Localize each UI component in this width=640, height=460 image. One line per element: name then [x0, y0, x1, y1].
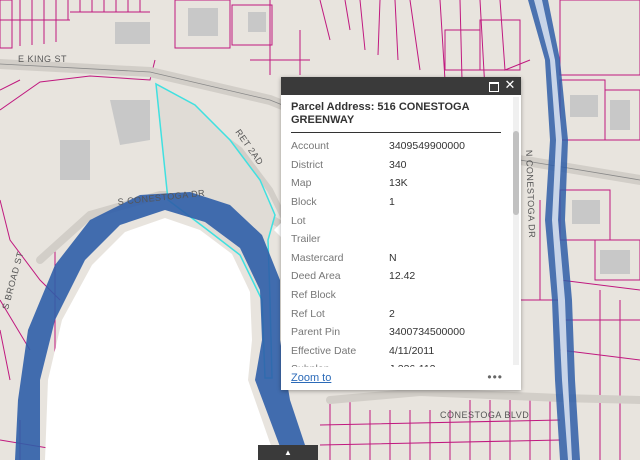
attribute-label: Map — [291, 177, 312, 190]
attribute-row: SubplanJ-236-112 — [291, 360, 465, 367]
attribute-row: Deed Area 12.42 — [291, 267, 465, 286]
attribute-label: Trailer — [291, 233, 321, 246]
popup-scrollbar[interactable] — [513, 97, 519, 365]
attribute-row: Map 13K — [291, 174, 465, 193]
popup-header: ✕ — [281, 77, 521, 95]
attribute-value — [389, 286, 465, 305]
zoom-to-link[interactable]: Zoom to — [291, 372, 331, 384]
attribute-row: Effective Date 4/11/2011 — [291, 342, 465, 361]
attribute-row: Block 1 — [291, 193, 465, 212]
attribute-value: 3400734500000 — [389, 326, 465, 339]
road-label-e-king-st: E KING ST — [18, 54, 67, 64]
attribute-value: 13K — [389, 177, 408, 190]
attribute-label: Subplan — [291, 360, 389, 367]
attribute-panel-toggle[interactable]: ▲ — [258, 445, 318, 460]
attribute-row: District 340 — [291, 156, 465, 175]
popup-title: Parcel Address: 516 CONESTOGA GREENWAY — [291, 101, 501, 133]
attribute-value: 2 — [389, 307, 395, 320]
attribute-row: Ref Lot 2 — [291, 304, 465, 323]
attribute-value: 1 — [389, 196, 395, 209]
scroll-thumb[interactable] — [513, 131, 519, 215]
popup-footer: Zoom to ••• — [281, 370, 521, 390]
attribute-label: Deed Area — [291, 270, 341, 283]
attribute-label: Block — [291, 196, 317, 209]
attribute-row: Trailer — [291, 230, 465, 249]
attribute-value — [389, 230, 465, 249]
attribute-value: J-236-112 — [389, 360, 465, 367]
attribute-label: Mastercard — [291, 251, 344, 264]
attribute-row: Parent Pin 3400734500000 — [291, 323, 465, 342]
attribute-label: Parent Pin — [291, 326, 341, 339]
popup-body: Parcel Address: 516 CONESTOGA GREENWAY A… — [281, 95, 513, 367]
popup-pointer — [274, 223, 281, 237]
attribute-row: Lot — [291, 211, 465, 230]
attribute-value: 12.42 — [389, 270, 416, 283]
attribute-value: N — [389, 251, 397, 264]
attribute-row: Ref Block — [291, 286, 465, 305]
attribute-value — [389, 211, 465, 230]
attribute-value: 3409549900000 — [389, 140, 465, 153]
attribute-row: Account 3409549900000 — [291, 137, 465, 156]
attribute-table: Account 3409549900000 District 340 Map 13K Blo… — [291, 137, 465, 367]
attribute-value: 4/11/2011 — [389, 344, 435, 357]
attribute-value: 340 — [389, 158, 407, 171]
attribute-label: District — [291, 158, 324, 171]
close-icon[interactable]: ✕ — [503, 79, 517, 93]
maximize-icon[interactable] — [487, 79, 501, 93]
road-label-conestoga-blvd: CONESTOGA BLVD — [440, 410, 529, 420]
attribute-label: Account — [291, 140, 329, 153]
attribute-label: Lot — [291, 214, 306, 227]
attribute-row: Mastercard N — [291, 249, 465, 268]
more-options-icon[interactable]: ••• — [487, 370, 503, 384]
attribute-label: Effective Date — [291, 344, 357, 357]
parcel-popup: ✕ Parcel Address: 516 CONESTOGA GREENWAY… — [281, 77, 521, 390]
attribute-label: Ref Lot — [291, 307, 325, 320]
attribute-label: Ref Block — [291, 289, 336, 302]
